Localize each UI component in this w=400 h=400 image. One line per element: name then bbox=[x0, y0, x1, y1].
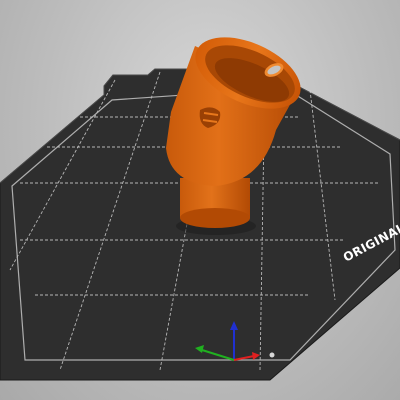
scene: ORIGINAL PRUSA bbox=[0, 37, 400, 381]
bed-mount-hole bbox=[269, 352, 275, 358]
3d-viewport[interactable]: ORIGINAL PRUSA bbox=[0, 0, 400, 400]
